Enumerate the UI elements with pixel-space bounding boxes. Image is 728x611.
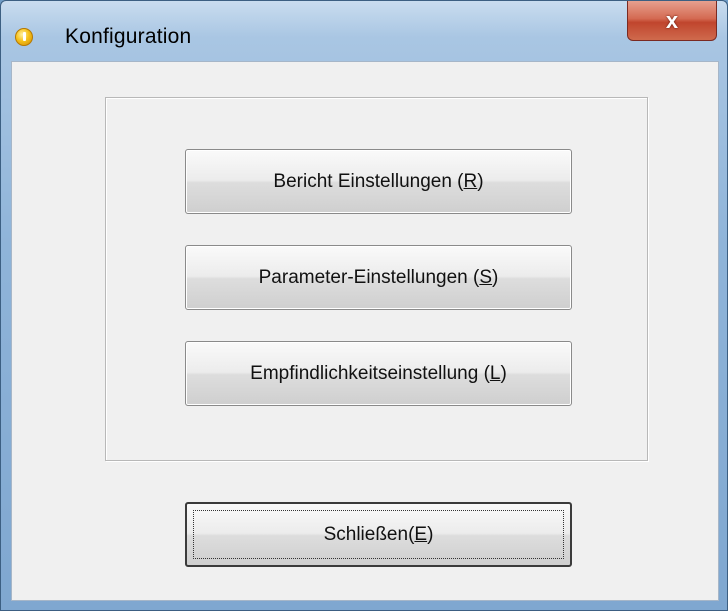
report-settings-label: Bericht Einstellungen ( <box>273 170 464 192</box>
close-button[interactable]: Schließen(E) <box>185 502 572 567</box>
parameter-settings-button[interactable]: Parameter-Einstellungen (S) <box>185 245 572 310</box>
parameter-settings-accel: S <box>479 266 493 288</box>
dialog-window: Konfiguration x Bericht Einstellungen (R… <box>0 0 728 611</box>
sensitivity-settings-accel: L <box>489 362 501 384</box>
close-icon: x <box>665 7 679 33</box>
parameter-settings-label: Parameter-Einstellungen ( <box>258 266 480 288</box>
focus-ring <box>193 510 564 559</box>
close-window-button[interactable]: x <box>627 1 717 41</box>
report-settings-accel: R <box>463 170 478 192</box>
parameter-settings-suffix: ) <box>492 266 499 288</box>
sensitivity-settings-suffix: ) <box>500 362 507 384</box>
report-settings-button[interactable]: Bericht Einstellungen (R) <box>185 149 572 214</box>
title-bar[interactable]: Konfiguration x <box>1 1 727 61</box>
dialog-client-area: Bericht Einstellungen (R) Parameter-Eins… <box>11 61 719 601</box>
window-title: Konfiguration <box>65 25 192 48</box>
info-icon <box>15 28 33 46</box>
sensitivity-settings-button[interactable]: Empfindlichkeitseinstellung (L) <box>185 341 572 406</box>
report-settings-suffix: ) <box>477 170 484 192</box>
sensitivity-settings-label: Empfindlichkeitseinstellung ( <box>250 362 490 384</box>
